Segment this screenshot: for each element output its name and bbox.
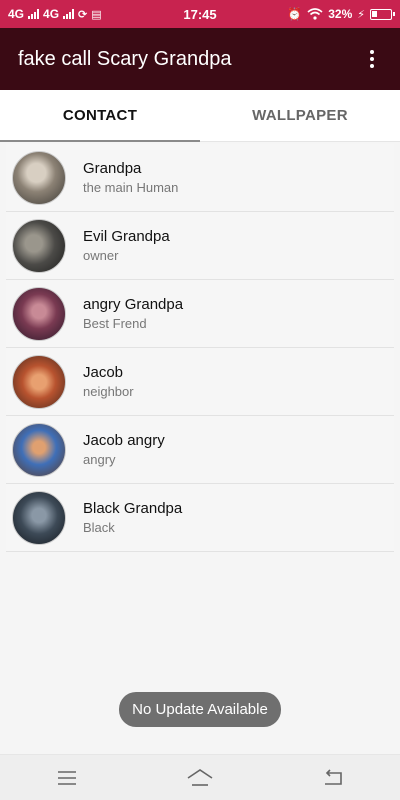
avatar <box>12 286 66 341</box>
contact-subtitle: owner <box>83 247 119 263</box>
avatar <box>12 490 66 545</box>
tab-wallpaper[interactable]: WALLPAPER <box>200 90 400 141</box>
back-icon[interactable] <box>313 758 353 798</box>
contact-row[interactable]: Grandpa the main Human <box>6 144 394 212</box>
contact-row[interactable]: Evil Grandpa owner <box>6 212 394 280</box>
contact-row[interactable]: angry Grandpa Best Frend <box>6 280 394 348</box>
contact-name: Jacob <box>83 363 124 381</box>
status-bar: 4G 4G ⟳ ▤ 17:45 ⏰ 32% ⚡ <box>0 0 400 28</box>
status-right: ⏰ 32% ⚡ <box>252 7 395 21</box>
navigation-bar <box>0 754 400 800</box>
clock: 17:45 <box>183 6 217 22</box>
tab-bar: CONTACT WALLPAPER <box>0 90 400 142</box>
battery-icon <box>370 8 395 20</box>
charging-icon: ⚡ <box>357 8 365 21</box>
wifi-icon <box>307 8 323 20</box>
message-icon: ▤ <box>91 8 102 21</box>
app-bar: fake call Scary Grandpa <box>0 28 400 90</box>
menu-icon[interactable] <box>47 758 87 798</box>
contact-row[interactable]: Black Grandpa Black <box>6 484 394 552</box>
avatar <box>12 354 66 409</box>
signal-icon <box>28 9 40 19</box>
contact-name: Jacob angry <box>83 431 165 449</box>
contact-subtitle: the main Human <box>83 179 179 195</box>
contact-name: Black Grandpa <box>83 499 183 517</box>
contact-list: Grandpa the main Human Evil Grandpa owne… <box>6 144 394 552</box>
home-icon[interactable] <box>180 758 220 798</box>
app-title: fake call Scary Grandpa <box>18 47 232 70</box>
tab-contact[interactable]: CONTACT <box>0 90 200 142</box>
toast-message: No Update Available <box>119 692 281 727</box>
contact-name: angry Grandpa <box>83 295 184 313</box>
network-label-1: 4G <box>8 7 25 21</box>
contact-subtitle: neighbor <box>83 383 134 399</box>
avatar <box>12 422 66 477</box>
avatar <box>12 150 66 205</box>
avatar <box>12 218 66 273</box>
contact-subtitle: Best Frend <box>83 315 147 331</box>
contact-name: Evil Grandpa <box>83 227 170 245</box>
contact-row[interactable]: Jacob angry angry <box>6 416 394 484</box>
contact-subtitle: Black <box>83 519 115 535</box>
signal-icon-2 <box>63 9 75 19</box>
alarm-icon: ⏰ <box>287 7 303 21</box>
contact-subtitle: angry <box>83 451 116 467</box>
network-label-2: 4G <box>43 7 60 21</box>
sync-icon: ⟳ <box>78 8 88 21</box>
contact-name: Grandpa <box>83 159 142 177</box>
status-left: 4G 4G ⟳ ▤ <box>8 7 148 21</box>
battery-percent: 32% <box>328 7 353 21</box>
contact-row[interactable]: Jacob neighbor <box>6 348 394 416</box>
more-vert-icon[interactable] <box>362 45 382 73</box>
